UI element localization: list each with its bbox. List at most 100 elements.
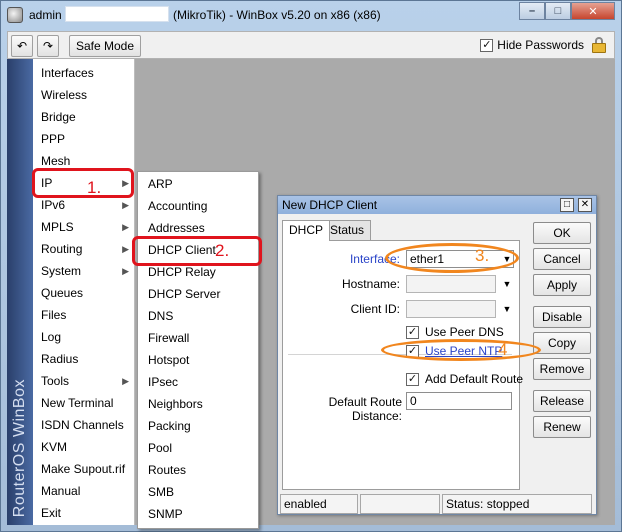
hostname-label: Hostname:: [341, 277, 400, 291]
winbox-app-icon: [7, 7, 23, 23]
hostname-field[interactable]: [406, 275, 496, 293]
dialog-title-bar: New DHCP Client □ ✕: [278, 196, 596, 214]
dialog-restore-button[interactable]: □: [560, 198, 574, 212]
window-controls: – □ ✕: [519, 2, 615, 20]
submenu-item-smb[interactable]: SMB: [138, 481, 258, 503]
annotation-interface-highlight: [385, 243, 519, 273]
winbox-brand-strip: RouterOS WinBox: [7, 59, 33, 525]
lock-icon: [592, 37, 606, 53]
sidebar-item-wireless[interactable]: Wireless: [33, 84, 135, 106]
title-address-redacted: [65, 6, 169, 22]
close-icon: ✕: [580, 199, 590, 210]
submenu-item-routes[interactable]: Routes: [138, 459, 258, 481]
sidebar-item-files[interactable]: Files: [33, 304, 135, 326]
submenu-item-hotspot[interactable]: Hotspot: [138, 349, 258, 371]
sidebar-item-mpls[interactable]: MPLS ▶: [33, 216, 135, 238]
renew-button[interactable]: Renew: [533, 416, 591, 438]
use-peer-dns-checkbox[interactable]: ✓: [406, 326, 419, 339]
use-peer-dns-label: Use Peer DNS: [425, 325, 504, 339]
submenu-item-neighbors[interactable]: Neighbors: [138, 393, 258, 415]
submenu-item-arp[interactable]: ARP: [138, 173, 258, 195]
title-username: admin: [29, 8, 62, 22]
sidebar-item-queues[interactable]: Queues: [33, 282, 135, 304]
client-id-field[interactable]: [406, 300, 496, 318]
minimize-button[interactable]: –: [519, 2, 545, 20]
submenu-item-snmp[interactable]: SNMP: [138, 503, 258, 525]
toolbar: ↶ ↷ Safe Mode ✓ Hide Passwords: [7, 31, 615, 59]
dialog-close-button[interactable]: ✕: [578, 198, 592, 212]
winbox-window: admin (MikroTik) - WinBox v5.20 on x86 (…: [0, 0, 622, 532]
copy-button[interactable]: Copy: [533, 332, 591, 354]
default-route-distance-field[interactable]: 0: [406, 392, 512, 410]
remove-button[interactable]: Remove: [533, 358, 591, 380]
annotation-step-3: 3.: [475, 246, 490, 265]
sidebar-item-tools[interactable]: Tools ▶: [33, 370, 135, 392]
status-text: Status: stopped: [442, 494, 592, 514]
main-menu: Interfaces Wireless Bridge PPP Mesh IP ▶ …: [33, 59, 135, 525]
sidebar-item-isdn-channels[interactable]: ISDN Channels: [33, 414, 135, 436]
annotation-dhcp-client-highlight: [132, 236, 262, 266]
annotation-step-2: 2.: [215, 241, 230, 260]
undo-icon: ↶: [16, 39, 28, 53]
tab-dhcp[interactable]: DHCP: [282, 220, 331, 241]
annotation-step-1: 1.: [87, 178, 102, 197]
client-id-dropdown-icon[interactable]: ▼: [500, 301, 514, 317]
sidebar-item-bridge[interactable]: Bridge: [33, 106, 135, 128]
annotation-peer-ntp-highlight: [381, 339, 541, 361]
submenu-item-dns[interactable]: DNS: [138, 305, 258, 327]
submenu-arrow-icon: ▶: [122, 266, 129, 276]
tab-status[interactable]: Status: [323, 220, 372, 240]
disable-button[interactable]: Disable: [533, 306, 591, 328]
sidebar-item-radius[interactable]: Radius: [33, 348, 135, 370]
sidebar-item-kvm[interactable]: KVM: [33, 436, 135, 458]
annotation-step-4: 4: [498, 340, 508, 359]
submenu-item-firewall[interactable]: Firewall: [138, 327, 258, 349]
brand-label: RouterOS WinBox: [11, 378, 28, 517]
hide-passwords-toggle: ✓ Hide Passwords: [480, 37, 606, 53]
default-route-distance-label: Default Route Distance:: [328, 395, 402, 423]
undo-button[interactable]: ↶: [11, 35, 33, 57]
submenu-item-pool[interactable]: Pool: [138, 437, 258, 459]
sidebar-item-manual[interactable]: Manual: [33, 480, 135, 502]
sidebar-item-ppp[interactable]: PPP: [33, 128, 135, 150]
submenu-item-packing[interactable]: Packing: [138, 415, 258, 437]
hide-passwords-checkbox[interactable]: ✓: [480, 38, 494, 52]
window-title: (MikroTik) - WinBox v5.20 on x86 (x86): [173, 8, 381, 22]
safe-mode-button[interactable]: Safe Mode: [69, 35, 141, 57]
submenu-item-dhcp-server[interactable]: DHCP Server: [138, 283, 258, 305]
minimize-icon: –: [528, 5, 536, 17]
status-enabled: enabled: [280, 494, 358, 514]
sidebar-item-new-terminal[interactable]: New Terminal: [33, 392, 135, 414]
sidebar-item-make-supout[interactable]: Make Supout.rif: [33, 458, 135, 480]
cancel-button[interactable]: Cancel: [533, 248, 591, 270]
submenu-item-ipsec[interactable]: IPsec: [138, 371, 258, 393]
title-bar: admin (MikroTik) - WinBox v5.20 on x86 (…: [1, 1, 621, 29]
maximize-icon: □: [554, 5, 562, 17]
apply-button[interactable]: Apply: [533, 274, 591, 296]
client-id-label: Client ID:: [350, 302, 400, 316]
hide-passwords-label: Hide Passwords: [497, 38, 584, 52]
maximize-button[interactable]: □: [545, 2, 571, 20]
status-empty: [360, 494, 440, 514]
redo-button[interactable]: ↷: [37, 35, 59, 57]
sidebar-item-exit[interactable]: Exit: [33, 502, 135, 524]
restore-icon: □: [563, 199, 571, 210]
sidebar-item-log[interactable]: Log: [33, 326, 135, 348]
dialog-title: New DHCP Client: [282, 198, 378, 212]
sidebar-item-interfaces[interactable]: Interfaces: [33, 62, 135, 84]
dialog-status-bar: enabled Status: stopped: [280, 494, 594, 514]
sidebar-item-routing[interactable]: Routing ▶: [33, 238, 135, 260]
submenu-arrow-icon: ▶: [122, 222, 129, 232]
ok-button[interactable]: OK: [533, 222, 591, 244]
redo-icon: ↷: [42, 39, 54, 53]
hostname-dropdown-icon[interactable]: ▼: [500, 276, 514, 292]
sidebar-item-system[interactable]: System ▶: [33, 260, 135, 282]
ip-submenu: ARP Accounting Addresses DHCP Client DHC…: [137, 171, 259, 529]
add-default-route-checkbox[interactable]: ✓: [406, 373, 419, 386]
release-button[interactable]: Release: [533, 390, 591, 412]
annotation-ip-highlight: [32, 168, 134, 198]
submenu-item-accounting[interactable]: Accounting: [138, 195, 258, 217]
add-default-route-label: Add Default Route: [425, 372, 524, 386]
close-button[interactable]: ✕: [571, 2, 615, 20]
close-icon: ✕: [588, 5, 598, 18]
